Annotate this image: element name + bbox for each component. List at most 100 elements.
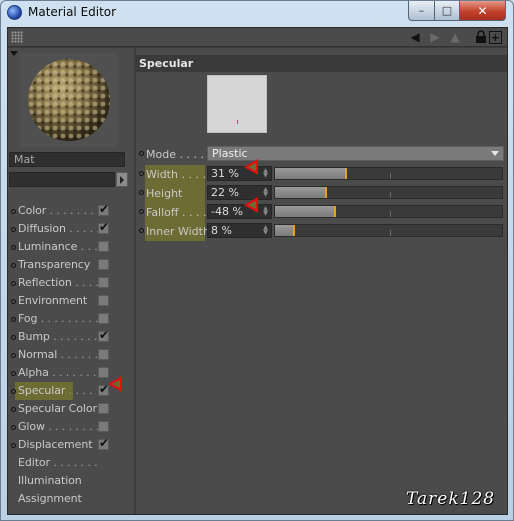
channel-checkbox[interactable] xyxy=(98,241,109,252)
channel-checkbox[interactable] xyxy=(98,295,109,306)
maximize-button[interactable]: □ xyxy=(434,1,460,21)
channel-panel: Mat Color . . . . . . . . Diffusion . . .… xyxy=(8,48,134,514)
channel-dot-icon xyxy=(11,389,16,394)
param-label: Falloff . . . . xyxy=(146,206,207,219)
channel-dot-icon xyxy=(11,281,16,286)
param-value-field[interactable]: 31 % ▲ ▼ xyxy=(207,166,272,181)
channel-illumination[interactable]: Illumination xyxy=(8,472,134,490)
animation-dot-icon[interactable] xyxy=(139,171,144,176)
param-slider[interactable] xyxy=(274,186,503,199)
channel-normal[interactable]: Normal . . . . . . . xyxy=(8,346,134,364)
animation-dot-icon[interactable] xyxy=(139,228,144,233)
channel-label: Displacement xyxy=(18,438,93,451)
channel-label: Fog . . . . . . . . . xyxy=(18,312,99,325)
expand-arrow-icon[interactable] xyxy=(116,172,128,187)
channel-displacement[interactable]: Displacement xyxy=(8,436,134,454)
slider-fill xyxy=(275,187,325,198)
window-title: Material Editor xyxy=(28,5,117,19)
param-slider[interactable] xyxy=(274,167,503,180)
lock-icon[interactable] xyxy=(474,30,488,44)
editor-client-area: ◀ ▶ ▲ + Mat Color . . . . . . . . ✔ Diff… xyxy=(7,27,508,515)
channel-checkbox[interactable] xyxy=(98,328,109,342)
param-value-field[interactable]: -48 % ▲ ▼ xyxy=(207,204,272,219)
red-arrow-annotation-icon xyxy=(108,376,122,392)
spinner-arrows-icon[interactable]: ▲ ▼ xyxy=(262,225,269,236)
channel-checkbox[interactable] xyxy=(98,349,109,360)
minimize-button[interactable]: – xyxy=(408,1,435,21)
slider-tick xyxy=(390,192,391,198)
channel-glow[interactable]: Glow . . . . . . . . . xyxy=(8,418,134,436)
channel-dot-icon xyxy=(11,335,16,340)
channel-specular-color[interactable]: Specular Color xyxy=(8,400,134,418)
material-preview[interactable] xyxy=(20,53,118,147)
slider-knob[interactable] xyxy=(325,187,327,198)
channel-fog[interactable]: Fog . . . . . . . . . xyxy=(8,310,134,328)
channel-luminance[interactable]: Luminance . . . xyxy=(8,238,134,256)
channel-dot-icon xyxy=(11,263,16,268)
new-icon[interactable]: + xyxy=(489,31,502,44)
channel-transparency[interactable]: Transparency xyxy=(8,256,134,274)
specular-preview xyxy=(207,75,267,133)
material-name-field[interactable]: Mat xyxy=(9,152,125,167)
channel-checkbox[interactable] xyxy=(98,403,109,414)
material-extra-field[interactable] xyxy=(9,172,115,187)
arrow-up-icon[interactable]: ▲ xyxy=(448,30,462,44)
channel-label: Color . . . . . . . . xyxy=(18,204,101,217)
grip-icon[interactable] xyxy=(11,31,23,43)
channel-label: Editor . . . . . . . xyxy=(18,456,98,469)
slider-fill xyxy=(275,168,345,179)
arrow-right-icon[interactable]: ▶ xyxy=(428,30,442,44)
channel-label: Specular Color xyxy=(18,402,97,415)
channel-label: Normal . . . . . . . xyxy=(18,348,105,361)
mode-row: Mode . . . . Plastic xyxy=(136,145,507,163)
channel-color[interactable]: Color . . . . . . . . xyxy=(8,202,134,220)
channel-checkbox[interactable] xyxy=(98,202,109,216)
arrow-left-icon[interactable]: ◀ xyxy=(408,30,422,44)
channel-checkbox[interactable] xyxy=(98,220,109,234)
slider-knob[interactable] xyxy=(293,225,295,236)
material-editor-window: Material Editor – □ ✕ ◀ ▶ ▲ + Mat Color … xyxy=(0,0,514,521)
channel-label: Alpha . . . . . . . . xyxy=(18,366,104,379)
param-value-field[interactable]: 22 % ▲ ▼ xyxy=(207,185,272,200)
channel-label: Assignment xyxy=(18,492,82,505)
param-value: 31 % xyxy=(211,167,239,180)
slider-knob[interactable] xyxy=(345,168,347,179)
param-value: 8 % xyxy=(211,224,232,237)
channel-editor[interactable]: Editor . . . . . . . xyxy=(8,454,134,472)
param-width-row: Width . . . . 31 % ▲ ▼ xyxy=(136,165,507,184)
close-button[interactable]: ✕ xyxy=(459,1,506,21)
channel-checkbox[interactable] xyxy=(98,313,109,324)
slider-knob[interactable] xyxy=(334,206,336,217)
channel-bump[interactable]: Bump . . . . . . . . xyxy=(8,328,134,346)
channel-assignment[interactable]: Assignment xyxy=(8,490,134,508)
param-label: Inner Width xyxy=(146,225,210,238)
param-slider[interactable] xyxy=(274,205,503,218)
spinner-arrows-icon[interactable]: ▲ ▼ xyxy=(262,206,269,217)
param-label: Height xyxy=(146,187,183,200)
slider-tick xyxy=(390,173,391,179)
slider-fill xyxy=(275,225,293,236)
title-bar[interactable]: Material Editor – □ ✕ xyxy=(1,1,513,25)
spinner-arrows-icon[interactable]: ▲ ▼ xyxy=(262,187,269,198)
param-falloff-row: Falloff . . . . -48 % ▲ ▼ xyxy=(136,203,507,222)
channel-checkbox[interactable] xyxy=(98,436,109,450)
channel-label: Specular . . . . xyxy=(18,384,93,397)
channel-checkbox[interactable] xyxy=(98,277,109,288)
cinema4d-app-icon xyxy=(7,5,22,20)
animation-dot-icon[interactable] xyxy=(139,209,144,214)
param-value-field[interactable]: 8 % ▲ ▼ xyxy=(207,223,272,238)
channel-reflection[interactable]: Reflection . . . . xyxy=(8,274,134,292)
channel-environment[interactable]: Environment xyxy=(8,292,134,310)
channel-label: Illumination xyxy=(18,474,82,487)
param-value: 22 % xyxy=(211,186,239,199)
channel-checkbox[interactable] xyxy=(98,421,109,432)
param-slider[interactable] xyxy=(274,224,503,237)
channel-checkbox[interactable] xyxy=(98,259,109,270)
preview-collapse-icon[interactable] xyxy=(10,51,18,56)
animation-dot-icon[interactable] xyxy=(139,190,144,195)
channel-label: Reflection . . . . xyxy=(18,276,99,289)
signature: Tarek128 xyxy=(406,489,496,509)
channel-diffusion[interactable]: Diffusion . . . . . xyxy=(8,220,134,238)
spinner-arrows-icon[interactable]: ▲ ▼ xyxy=(262,168,269,179)
animation-dot-icon[interactable] xyxy=(139,151,144,156)
